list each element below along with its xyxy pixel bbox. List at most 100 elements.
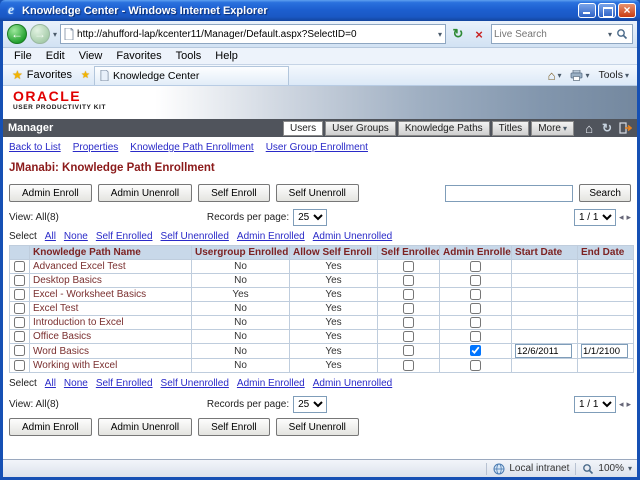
minimize-button[interactable]: [578, 3, 596, 18]
start-date-input[interactable]: [515, 344, 572, 358]
select-admin-enrolled-link[interactable]: Admin Enrolled: [237, 378, 305, 389]
select-none-link[interactable]: None: [64, 378, 88, 389]
end-date-input[interactable]: [581, 344, 629, 358]
breadcrumb-knowledge-path-enrollment[interactable]: Knowledge Path Enrollment: [130, 142, 253, 153]
self-unenroll-button[interactable]: Self Unenroll: [275, 184, 359, 202]
page-select[interactable]: 1 / 1: [573, 209, 616, 226]
self-enrolled-checkbox[interactable]: [403, 260, 414, 272]
nav-tab-user-groups[interactable]: User Groups: [325, 120, 396, 136]
select-none-link[interactable]: None: [64, 231, 88, 242]
tools-button[interactable]: Tools: [598, 69, 629, 81]
records-per-page-select[interactable]: 25: [293, 209, 328, 226]
home-button[interactable]: ⌂: [582, 121, 596, 136]
breadcrumb-back-to-list[interactable]: Back to List: [9, 142, 61, 153]
nav-tab-knowledge-paths[interactable]: Knowledge Paths: [397, 120, 490, 136]
search-button[interactable]: Search: [579, 184, 631, 202]
search-input[interactable]: [445, 184, 574, 202]
select-self-enrolled-link[interactable]: Self Enrolled: [96, 231, 153, 242]
address-input[interactable]: [77, 28, 435, 40]
select-admin-unenrolled-link[interactable]: Admin Unenrolled: [313, 231, 393, 242]
self-enroll-button[interactable]: Self Enroll: [198, 418, 270, 436]
search-dropdown-icon[interactable]: [608, 30, 612, 39]
self-enrolled-checkbox[interactable]: [403, 302, 414, 314]
menu-help[interactable]: Help: [208, 49, 245, 63]
logout-button[interactable]: [618, 121, 632, 135]
row-select-checkbox[interactable]: [14, 330, 25, 342]
live-search-input[interactable]: [494, 28, 606, 40]
row-select-checkbox[interactable]: [14, 302, 25, 314]
admin-unenroll-button[interactable]: Admin Unenroll: [97, 418, 193, 436]
self-enrolled-checkbox[interactable]: [403, 345, 414, 357]
add-favorite-icon[interactable]: ★: [81, 70, 90, 81]
page-select[interactable]: 1 / 1: [573, 396, 616, 413]
table-row: Working with Excel No Yes: [9, 358, 634, 373]
menu-tools[interactable]: Tools: [169, 49, 209, 63]
browser-tab[interactable]: Knowledge Center: [93, 65, 289, 85]
self-enrolled-checkbox[interactable]: [403, 274, 414, 286]
admin-unenroll-button[interactable]: Admin Unenroll: [97, 184, 193, 202]
admin-enrolled-checkbox[interactable]: [470, 288, 481, 300]
table-row: Office Basics No Yes: [9, 329, 634, 344]
select-self-enrolled-link[interactable]: Self Enrolled: [96, 378, 153, 389]
admin-enroll-button[interactable]: Admin Enroll: [9, 418, 92, 436]
admin-enrolled-checkbox[interactable]: [470, 330, 481, 342]
address-dropdown-icon[interactable]: [438, 30, 442, 39]
prev-page-button[interactable]: ◂: [619, 399, 624, 410]
row-select-checkbox[interactable]: [14, 345, 25, 357]
nav-tab-more[interactable]: More: [531, 120, 574, 136]
home-button[interactable]: ⌂: [548, 68, 562, 83]
zoom-control[interactable]: 100%: [582, 463, 632, 475]
nav-tab-users[interactable]: Users: [283, 120, 324, 136]
nav-tab-titles[interactable]: Titles: [491, 120, 530, 136]
history-dropdown-icon[interactable]: [53, 30, 57, 39]
self-enrolled-checkbox[interactable]: [403, 316, 414, 328]
select-admin-unenrolled-link[interactable]: Admin Unenrolled: [313, 378, 393, 389]
admin-enrolled-checkbox[interactable]: [470, 345, 481, 357]
self-enrolled-checkbox[interactable]: [403, 288, 414, 300]
prev-page-button[interactable]: ◂: [619, 212, 624, 223]
select-admin-enrolled-link[interactable]: Admin Enrolled: [237, 231, 305, 242]
admin-enroll-button[interactable]: Admin Enroll: [9, 184, 92, 202]
favorites-button[interactable]: ★ Favorites: [7, 67, 77, 83]
admin-enrolled-checkbox[interactable]: [470, 260, 481, 272]
print-button[interactable]: [570, 69, 589, 81]
refresh-button[interactable]: ↻: [449, 24, 467, 44]
row-select-checkbox[interactable]: [14, 288, 25, 300]
admin-enrolled-checkbox[interactable]: [470, 359, 481, 371]
search-go-button[interactable]: [614, 26, 630, 42]
forward-button[interactable]: →: [30, 24, 50, 44]
row-select-checkbox[interactable]: [14, 316, 25, 328]
menu-favorites[interactable]: Favorites: [109, 49, 168, 63]
back-button[interactable]: ←: [7, 24, 27, 44]
select-self-unenrolled-link[interactable]: Self Unenrolled: [161, 231, 229, 242]
start-date-cell: [511, 329, 578, 344]
maximize-button[interactable]: [598, 3, 616, 18]
menu-edit[interactable]: Edit: [39, 49, 72, 63]
oracle-logo: ORACLE: [13, 88, 82, 104]
row-select-checkbox[interactable]: [14, 274, 25, 286]
self-enrolled-checkbox[interactable]: [403, 359, 414, 371]
breadcrumb-user-group-enrollment[interactable]: User Group Enrollment: [266, 142, 368, 153]
admin-enrolled-checkbox[interactable]: [470, 274, 481, 286]
self-enrolled-checkbox[interactable]: [403, 330, 414, 342]
stop-button[interactable]: ×: [470, 24, 488, 44]
select-self-unenrolled-link[interactable]: Self Unenrolled: [161, 378, 229, 389]
select-all-link[interactable]: All: [45, 378, 56, 389]
address-field[interactable]: [60, 24, 446, 44]
row-select-checkbox[interactable]: [14, 260, 25, 272]
select-all-link[interactable]: All: [45, 231, 56, 242]
refresh-button[interactable]: ↻: [600, 121, 614, 135]
breadcrumb-properties[interactable]: Properties: [73, 142, 119, 153]
self-enroll-button[interactable]: Self Enroll: [198, 184, 270, 202]
next-page-button[interactable]: ▸: [626, 212, 631, 223]
menu-view[interactable]: View: [72, 49, 110, 63]
next-page-button[interactable]: ▸: [626, 399, 631, 410]
search-box: [491, 24, 633, 44]
admin-enrolled-checkbox[interactable]: [470, 316, 481, 328]
close-button[interactable]: [618, 3, 636, 18]
admin-enrolled-checkbox[interactable]: [470, 302, 481, 314]
row-select-checkbox[interactable]: [14, 359, 25, 371]
self-unenroll-button[interactable]: Self Unenroll: [275, 418, 359, 436]
records-per-page-select[interactable]: 25: [293, 396, 328, 413]
menu-file[interactable]: File: [7, 49, 39, 63]
